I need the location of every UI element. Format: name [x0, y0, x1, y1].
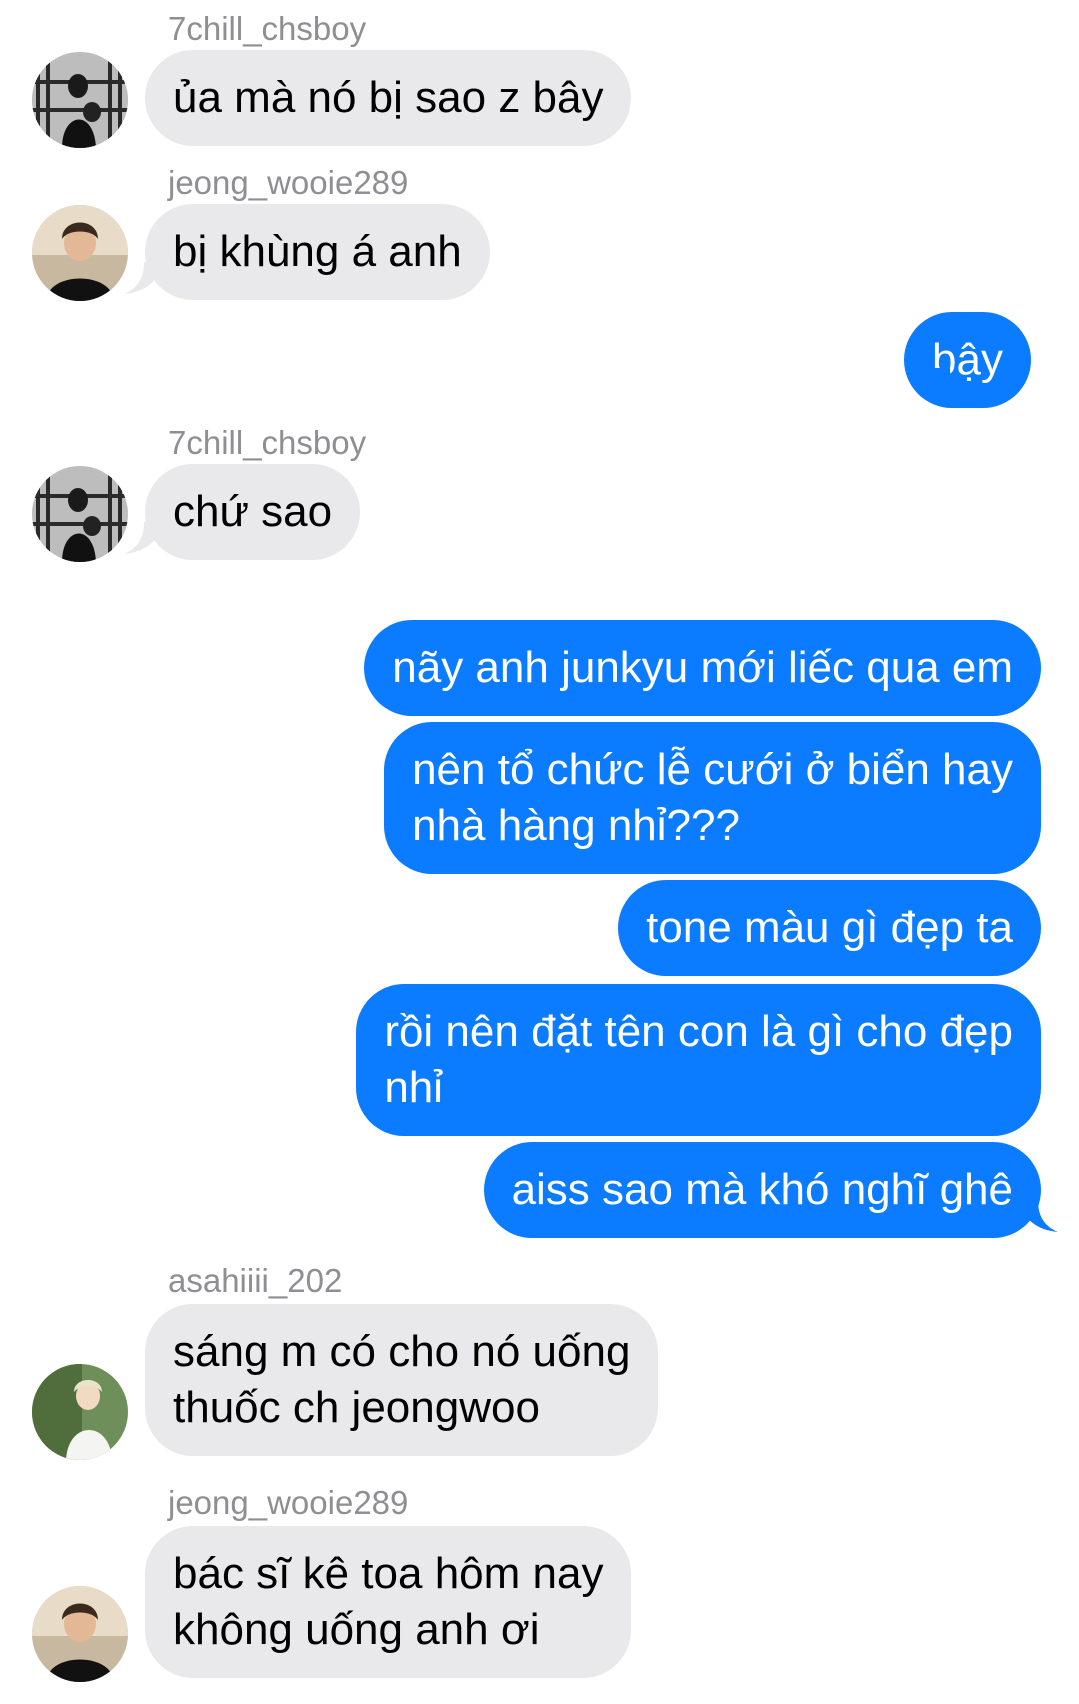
avatar-jeongwoo-image: [32, 1586, 128, 1682]
message-bubble-outgoing[interactable]: rồi nên đặt tên con là gì cho đẹp nhỉ: [356, 984, 1041, 1136]
message-text: tone màu gì đẹp ta: [646, 903, 1013, 952]
message-text: nhỉ: [384, 1063, 444, 1112]
message-text: rồi nên đặt tên con là gì cho đẹp: [384, 1007, 1013, 1056]
avatar-7chill-image: [32, 52, 128, 148]
avatar-7chill[interactable]: [32, 466, 128, 562]
message-text: bác sĩ kê toa hôm nay: [173, 1549, 604, 1598]
message-text: sáng m có cho nó uống: [173, 1327, 631, 1376]
message-text: bị khùng á anh: [173, 227, 462, 276]
message-text: thuốc ch jeongwoo: [173, 1383, 540, 1432]
sender-name: asahiiii_202: [168, 1262, 343, 1299]
message-bubble-incoming[interactable]: sáng m có cho nó uống thuốc ch jeongwoo: [145, 1304, 659, 1456]
sender-name: jeong_wooie289: [168, 1484, 409, 1521]
message-bubble-outgoing[interactable]: nên tổ chức lễ cưới ở biển hay nhà hàng …: [384, 722, 1041, 874]
outgoing-bubble-tail: [1020, 1200, 1060, 1234]
avatar-jeongwoo[interactable]: [32, 205, 128, 301]
message-text: ủa mà nó bị sao z bây: [173, 73, 604, 122]
sender-name: jeong_wooie289: [168, 164, 409, 201]
avatar-asahi-image: [32, 1364, 128, 1460]
message-text: nên tổ chức lễ cưới ở biển hay: [412, 745, 1013, 794]
message-bubble-incoming[interactable]: bác sĩ kê toa hôm nay không uống anh ơi: [145, 1526, 632, 1678]
sender-name: 7chill_chsboy: [168, 424, 367, 461]
message-bubble-outgoing[interactable]: tone màu gì đẹp ta: [618, 880, 1041, 976]
incoming-bubble-tail: [122, 522, 162, 556]
avatar-7chill-image: [32, 466, 128, 562]
outgoing-bubble-tail: [932, 368, 972, 402]
avatar-asahi[interactable]: [32, 1364, 128, 1460]
message-text: aiss sao mà khó nghĩ ghê: [511, 1165, 1013, 1214]
message-bubble-outgoing[interactable]: nãy anh junkyu mới liếc qua em: [364, 620, 1041, 716]
message-text: nãy anh junkyu mới liếc qua em: [392, 643, 1013, 692]
message-text: không uống anh ơi: [173, 1605, 540, 1654]
incoming-bubble-tail: [122, 262, 162, 296]
message-bubble-incoming[interactable]: chứ sao: [145, 464, 361, 560]
sender-name: 7chill_chsboy: [168, 10, 367, 47]
message-bubble-incoming[interactable]: bị khùng á anh: [145, 204, 490, 300]
message-bubble-incoming[interactable]: ủa mà nó bị sao z bây: [145, 50, 632, 146]
avatar-jeongwoo-image: [32, 205, 128, 301]
message-text: chứ sao: [173, 487, 333, 536]
message-text: nhà hàng nhỉ???: [412, 801, 740, 850]
message-bubble-outgoing[interactable]: aiss sao mà khó nghĩ ghê: [483, 1142, 1041, 1238]
avatar-jeongwoo[interactable]: [32, 1586, 128, 1682]
avatar-7chill[interactable]: [32, 52, 128, 148]
